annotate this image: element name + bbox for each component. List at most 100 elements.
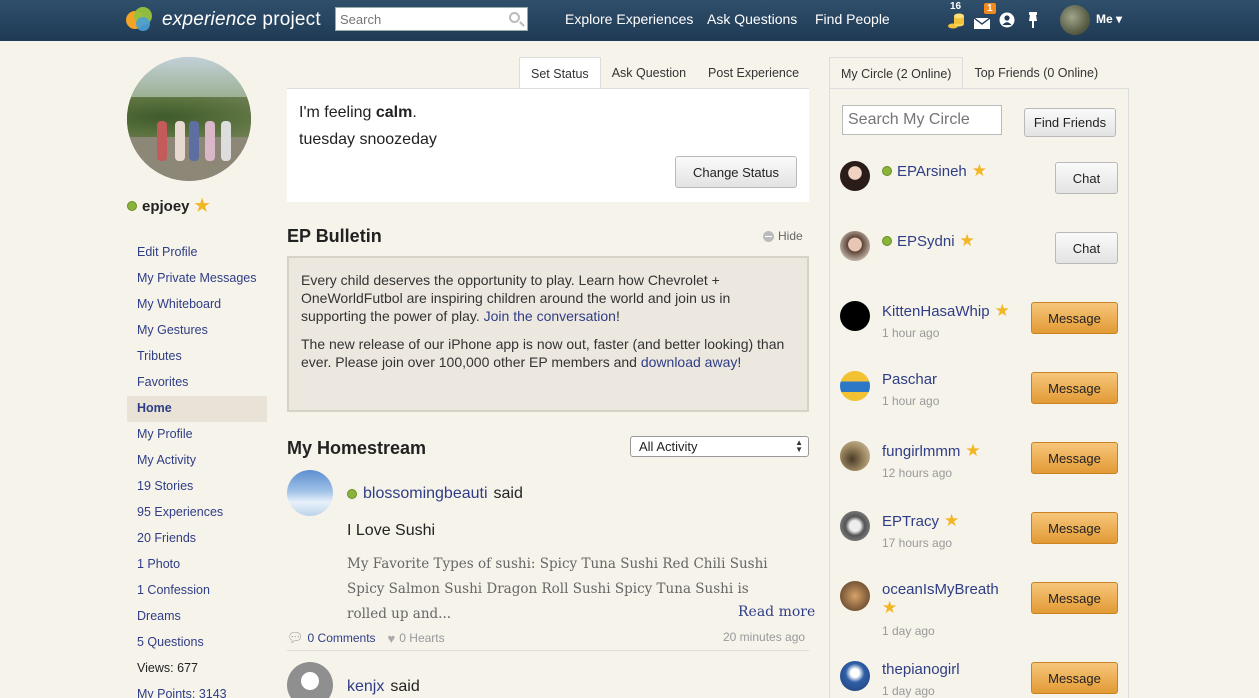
- friend-avatar[interactable]: [840, 231, 870, 261]
- me-menu[interactable]: Me ▾: [1096, 12, 1122, 26]
- tab-post-experience[interactable]: Post Experience: [697, 57, 810, 89]
- experience-project-logo[interactable]: experience project: [126, 3, 321, 37]
- sidebar-item-gestures[interactable]: My Gestures: [127, 318, 267, 344]
- tab-ask-question[interactable]: Ask Question: [601, 57, 697, 89]
- friend-name: oceanIsMyBreath ★: [882, 581, 1012, 618]
- sidebar-item-confession[interactable]: 1 Confession: [127, 578, 267, 604]
- friend-link[interactable]: EPTracy: [882, 513, 939, 530]
- points-coins-icon[interactable]: [947, 10, 965, 30]
- post-title[interactable]: I Love Sushi: [347, 522, 435, 540]
- homestream-title: My Homestream: [287, 438, 427, 458]
- friend-link[interactable]: EPSydni: [897, 233, 955, 250]
- my-avatar[interactable]: [1060, 5, 1090, 35]
- online-status-icon: [882, 236, 892, 246]
- profile-person-icon[interactable]: [999, 12, 1017, 32]
- nav-explore-experiences[interactable]: Explore Experiences: [565, 11, 693, 27]
- message-button[interactable]: Message: [1031, 372, 1118, 404]
- comments-link[interactable]: 0 Comments: [308, 631, 376, 645]
- profile-photo[interactable]: [127, 57, 251, 181]
- friend-name: EPTracy ★: [882, 511, 959, 531]
- message-button[interactable]: Message: [1031, 512, 1118, 544]
- friend-link[interactable]: thepianogirl: [882, 661, 960, 678]
- friend-last-seen: 1 day ago: [882, 624, 935, 638]
- friend-avatar[interactable]: [840, 511, 870, 541]
- bulletin-paragraph: The new release of our iPhone app is now…: [301, 336, 785, 370]
- activity-filter-select[interactable]: All Activity ▲ ▼: [630, 436, 809, 457]
- tab-set-status[interactable]: Set Status: [519, 57, 601, 89]
- status-message: tuesday snoozeday: [299, 131, 437, 148]
- post-author-link[interactable]: blossomingbeauti: [363, 485, 488, 503]
- sidebar-item-home[interactable]: Home: [127, 396, 267, 422]
- sidebar-item-my-activity[interactable]: My Activity: [127, 448, 267, 474]
- friend-link[interactable]: fungirlmmm: [882, 443, 960, 460]
- friend-avatar[interactable]: [840, 161, 870, 191]
- message-button[interactable]: Message: [1031, 662, 1118, 694]
- circle-tabs: My Circle (2 Online) Top Friends (0 Onli…: [829, 57, 1109, 89]
- online-status-icon: [127, 201, 137, 211]
- nav-ask-questions[interactable]: Ask Questions: [707, 11, 797, 27]
- friend-last-seen: 12 hours ago: [882, 466, 953, 480]
- friend-link[interactable]: KittenHasaWhip: [882, 303, 990, 320]
- friend-avatar[interactable]: [840, 441, 870, 471]
- sidebar-item-favorites[interactable]: Favorites: [127, 370, 267, 396]
- sidebar-item-friends[interactable]: 20 Friends: [127, 526, 267, 552]
- views-count: Views: 677: [137, 661, 198, 675]
- friend-last-seen: 1 hour ago: [882, 326, 940, 340]
- sidebar-item-questions[interactable]: 5 Questions: [127, 630, 267, 656]
- sidebar-item-whiteboard[interactable]: My Whiteboard: [127, 292, 267, 318]
- friend-avatar[interactable]: [840, 661, 870, 691]
- tab-top-friends[interactable]: Top Friends (0 Online): [963, 57, 1109, 89]
- online-status-icon: [882, 166, 892, 176]
- tab-my-circle[interactable]: My Circle (2 Online): [829, 57, 964, 89]
- friend-link[interactable]: EPArsineh: [897, 163, 967, 180]
- read-more-link[interactable]: Read more: [738, 604, 815, 620]
- star-icon: ★: [194, 196, 210, 215]
- post-meta: 💬︎ 0 Comments ♥ 0 Hearts: [287, 630, 445, 646]
- sidebar-item-my-points[interactable]: My Points: 3143: [127, 682, 267, 698]
- post-header: blossomingbeauti said: [347, 485, 523, 503]
- logo-mark-icon: [126, 5, 156, 35]
- post-author-avatar[interactable]: [287, 662, 333, 698]
- bulletin-hide-button[interactable]: Hide: [763, 229, 803, 243]
- post-author-link[interactable]: kenjx: [347, 678, 384, 696]
- top-search-input[interactable]: [336, 8, 501, 30]
- message-button[interactable]: Message: [1031, 442, 1118, 474]
- chat-button[interactable]: Chat: [1055, 232, 1118, 264]
- join-conversation-link[interactable]: Join the conversation: [484, 308, 616, 324]
- post-author-avatar[interactable]: [287, 470, 333, 516]
- sidebar-item-edit-profile[interactable]: Edit Profile: [127, 240, 267, 266]
- friend-avatar[interactable]: [840, 371, 870, 401]
- sidebar-item-dreams[interactable]: Dreams: [127, 604, 267, 630]
- profile-username[interactable]: epjoey ★: [127, 196, 210, 216]
- minus-circle-icon: [763, 230, 774, 242]
- message-button[interactable]: Message: [1031, 302, 1118, 334]
- friend-avatar[interactable]: [840, 301, 870, 331]
- find-friends-button[interactable]: Find Friends: [1024, 108, 1116, 137]
- sidebar-item-my-profile[interactable]: My Profile: [127, 422, 267, 448]
- select-arrows-icon: ▲ ▼: [795, 438, 803, 454]
- caret-down-icon: ▾: [1116, 12, 1123, 26]
- nav-find-people[interactable]: Find People: [815, 11, 890, 27]
- change-status-button[interactable]: Change Status: [675, 156, 797, 188]
- friend-name: EPSydni ★: [882, 231, 975, 251]
- sidebar-item-photo[interactable]: 1 Photo: [127, 552, 267, 578]
- message-button[interactable]: Message: [1031, 582, 1118, 614]
- sidebar-item-tributes[interactable]: Tributes: [127, 344, 267, 370]
- friend-avatar[interactable]: [840, 581, 870, 611]
- friend-link[interactable]: Paschar: [882, 371, 937, 388]
- search-icon[interactable]: [509, 12, 520, 23]
- friend-last-seen: 1 hour ago: [882, 394, 940, 408]
- top-navigation-bar: experience project Explore Experiences A…: [0, 0, 1259, 41]
- friend-last-seen: 17 hours ago: [882, 536, 953, 550]
- chat-button[interactable]: Chat: [1055, 162, 1118, 194]
- heart-icon[interactable]: ♥: [388, 631, 396, 646]
- circle-search-input[interactable]: [842, 105, 1002, 135]
- download-app-link[interactable]: download away: [641, 354, 738, 370]
- pin-icon[interactable]: [1026, 11, 1044, 31]
- sidebar-item-stories[interactable]: 19 Stories: [127, 474, 267, 500]
- sidebar-item-private-messages[interactable]: My Private Messages: [127, 266, 267, 292]
- friend-link[interactable]: oceanIsMyBreath: [882, 581, 999, 598]
- friend-name: Paschar: [882, 371, 937, 388]
- sidebar-item-experiences[interactable]: 95 Experiences: [127, 500, 267, 526]
- hearts-count: 0 Hearts: [399, 631, 445, 645]
